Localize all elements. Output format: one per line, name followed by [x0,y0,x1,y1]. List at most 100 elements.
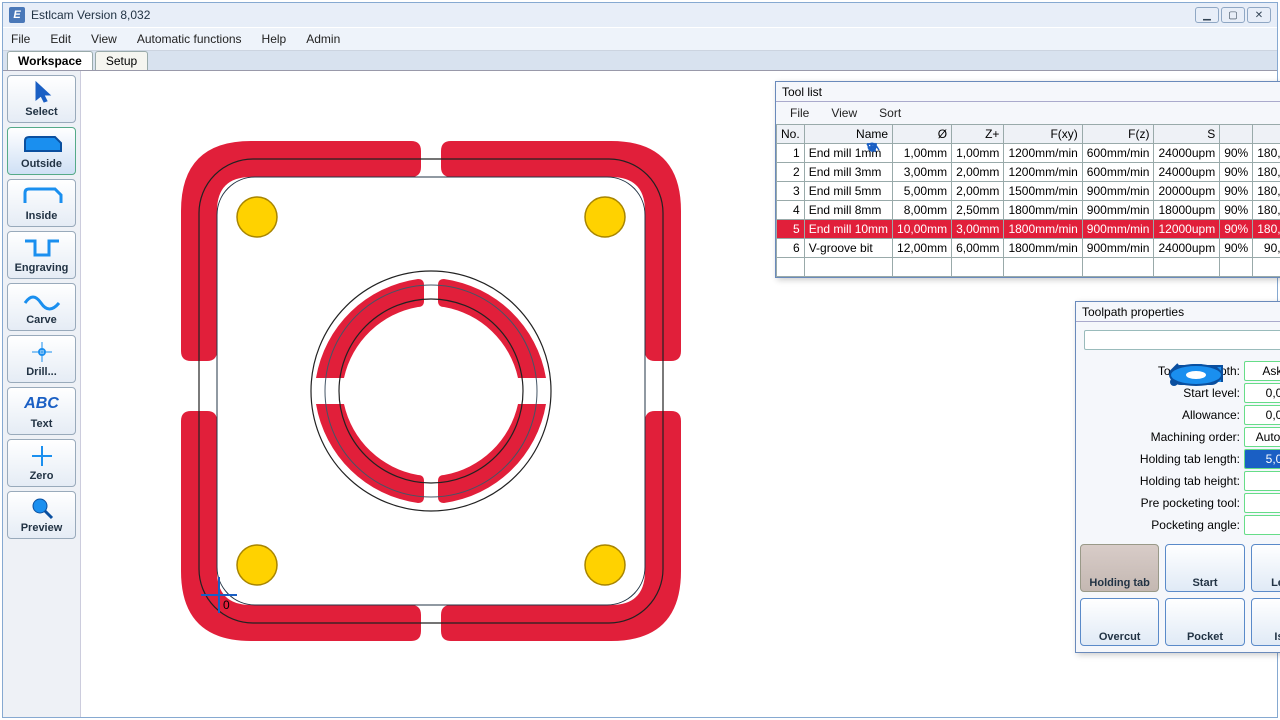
mode-island-button[interactable]: Island [1251,598,1280,646]
tool-list-table[interactable]: No. Name Ø Z+ F(xy) F(z) S 1End mill 1mm… [776,124,1280,277]
prop-value[interactable]: Automatic [1244,427,1280,447]
tool-label: Preview [21,522,63,534]
mode-lead-in-button[interactable]: Lead in [1251,544,1280,592]
col-header[interactable]: Name [804,125,892,144]
prop-row: Machining order:Automatic▲▼ [1080,426,1280,448]
table-row-empty[interactable] [777,258,1280,277]
prop-label: Holding tab length: [1080,452,1240,466]
close-button[interactable]: ✕ [1247,7,1271,23]
col-header[interactable]: F(z) [1082,125,1154,144]
table-row[interactable]: 2End mill 3mm3,00mm2,00mm1200mm/min600mm… [777,163,1280,182]
tool-label: Text [31,418,53,430]
drill-icon [21,340,63,364]
table-row[interactable]: 1End mill 1mm1,00mm1,00mm1200mm/min600mm… [777,144,1280,163]
prop-label: Start level: [1080,386,1240,400]
table-row[interactable]: 6V-groove bit12,00mm6,00mm1800mm/min900m… [777,239,1280,258]
window-title: Estlcam Version 8,032 [31,8,1189,22]
cursor-icon [21,80,63,104]
preview-icon [21,496,63,520]
tool-label: Carve [26,314,57,326]
title-bar: E Estlcam Version 8,032 ▁ ▢ ✕ [3,3,1277,27]
outside-icon [21,132,63,156]
col-header[interactable]: Ø [893,125,952,144]
prop-value[interactable]: 0,00mm [1244,405,1280,425]
maximize-button[interactable]: ▢ [1221,7,1245,23]
tool-carve[interactable]: Carve [7,283,76,331]
tool-label: Inside [26,210,58,222]
tool-engraving[interactable]: Engraving [7,231,76,279]
mode-label: Pocket [1187,631,1223,643]
mode-label: Island [1274,631,1280,643]
mode-holding-tab-button[interactable]: Holding tab [1080,544,1159,592]
prop-row: Holding tab length:5,00mm▲▼ [1080,448,1280,470]
tool-zero[interactable]: Zero [7,439,76,487]
mode-label: Holding tab [1089,577,1150,589]
table-row[interactable]: 4End mill 8mm8,00mm2,50mm1800mm/min900mm… [777,201,1280,220]
prop-value[interactable]: Full [1244,471,1280,491]
tool-outside[interactable]: Outside [7,127,76,175]
carve-icon [21,288,63,312]
minimize-button[interactable]: ▁ [1195,7,1219,23]
prop-label: Pre pocketing tool: [1080,496,1240,510]
tool-drill[interactable]: Drill... [7,335,76,383]
tool-text[interactable]: ABC Text [7,387,76,435]
col-header[interactable]: S [1154,125,1220,144]
tab-setup[interactable]: Setup [95,51,148,70]
prop-label: Holding tab height: [1080,474,1240,488]
toolpath-search-input[interactable] [1084,330,1280,350]
tool-label: Drill... [26,366,57,378]
tool-select[interactable]: Select [7,75,76,123]
tool-label: Outside [21,158,62,170]
prop-value[interactable]: Ask later [1244,361,1280,381]
col-header[interactable]: F(xy) [1004,125,1082,144]
tab-workspace[interactable]: Workspace [7,51,93,70]
zero-icon [21,444,63,468]
col-header[interactable] [1253,125,1280,144]
drawing-canvas[interactable]: 0 Tool list ✕ File View Sort No. Name Ø … [81,71,1277,717]
tab-bar: Workspace Setup [3,51,1277,71]
mode-label: Lead in [1271,577,1280,589]
menu-automatic[interactable]: Automatic functions [137,32,242,46]
prop-label: Pocketing angle: [1080,518,1240,532]
prop-row: Holding tab height:Full▲▼ [1080,470,1280,492]
tl-menu-view[interactable]: View [831,106,857,120]
col-header[interactable]: No. [777,125,805,144]
engraving-icon [21,236,63,260]
mode-label: Overcut [1099,631,1141,643]
prop-label: Allowance: [1080,408,1240,422]
table-row[interactable]: 5End mill 10mm10,00mm3,00mm1800mm/min900… [777,220,1280,239]
tl-menu-file[interactable]: File [790,106,809,120]
tool-label: Select [25,106,57,118]
prop-label: Machining order: [1080,430,1240,444]
text-icon: ABC [21,392,63,416]
menu-bar: File Edit View Automatic functions Help … [3,27,1277,51]
menu-view[interactable]: View [91,32,117,46]
toolpath-props-title: Toolpath properties [1082,305,1184,319]
inside-icon [21,184,63,208]
col-header[interactable] [1220,125,1253,144]
menu-file[interactable]: File [11,32,30,46]
tool-label: Zero [30,470,54,482]
menu-admin[interactable]: Admin [306,32,340,46]
mode-pocket-button[interactable]: Pocket [1165,598,1244,646]
menu-help[interactable]: Help [262,32,287,46]
table-row[interactable]: 3End mill 5mm5,00mm2,00mm1500mm/min900mm… [777,182,1280,201]
app-icon: E [9,7,25,23]
mode-start-button[interactable]: Start [1165,544,1244,592]
tl-menu-sort[interactable]: Sort [879,106,901,120]
prop-value[interactable]: 0,00mm [1244,383,1280,403]
svg-text:0: 0 [223,598,230,612]
tool-label: Engraving [15,262,69,274]
prop-value[interactable]: 5,00mm [1244,449,1280,469]
col-header[interactable]: Z+ [952,125,1004,144]
prop-value[interactable]: 0 [1244,515,1280,535]
prop-row: Pocketing angle:0▲▼ [1080,514,1280,536]
prop-row: Pre pocketing tool:▲▼ [1080,492,1280,514]
tool-list-panel: Tool list ✕ File View Sort No. Name Ø Z+… [775,81,1280,278]
tool-inside[interactable]: Inside [7,179,76,227]
tool-toolbar: Select Outside Inside Engraving Carve Drill..… [3,71,81,717]
prop-value[interactable] [1244,493,1280,513]
tool-preview[interactable]: Preview [7,491,76,539]
mode-overcut-button[interactable]: Overcut [1080,598,1159,646]
menu-edit[interactable]: Edit [50,32,71,46]
